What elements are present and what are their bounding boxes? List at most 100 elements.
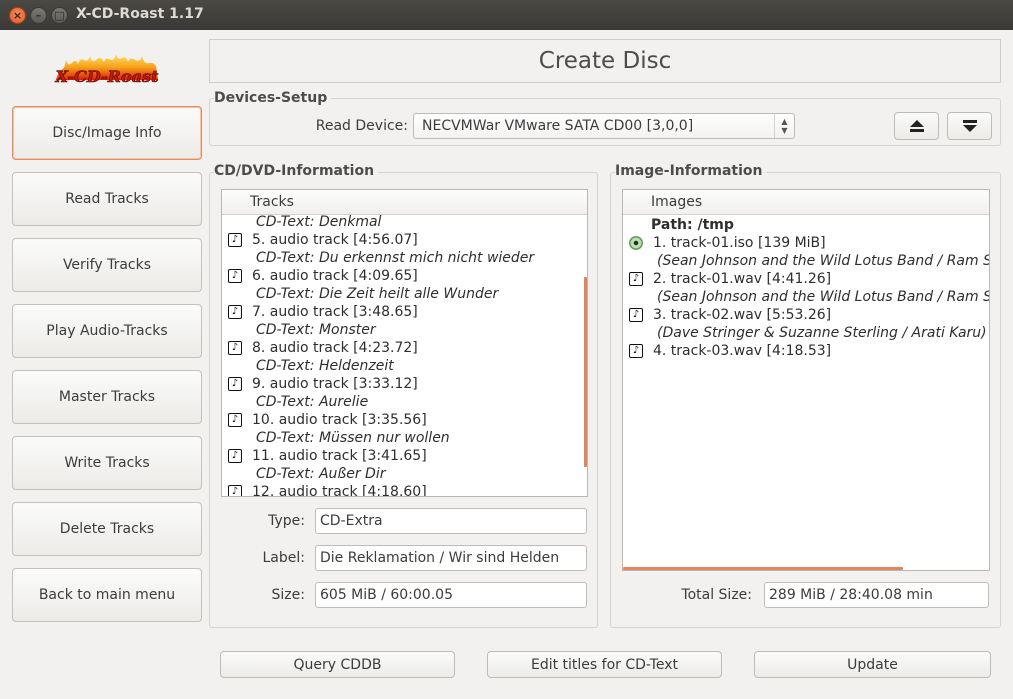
- load-tray-icon: [962, 120, 977, 132]
- cd-text-row[interactable]: CD-Text: Heldenzeit: [222, 357, 587, 375]
- nav-write-tracks-button[interactable]: Write Tracks: [12, 436, 202, 490]
- query-cddb-button[interactable]: Query CDDB: [220, 651, 455, 678]
- type-field[interactable]: CD-Extra: [315, 508, 587, 534]
- row-label: (Sean Johnson and the Wild Lotus Band / …: [657, 289, 990, 305]
- audio-track-icon: ♪: [228, 413, 242, 427]
- read-device-label: Read Device:: [315, 118, 408, 134]
- audio-track-icon: ♪: [228, 377, 242, 391]
- row-label: CD-Text: Müssen nur wollen: [256, 430, 450, 446]
- cd-text-row[interactable]: (Dave Stringer & Suzanne Sterling / Arat…: [623, 324, 989, 342]
- track-row[interactable]: ♪ 10. audio track [3:35.56]: [222, 411, 587, 429]
- svg-text:X-CD-Roast: X-CD-Roast: [55, 67, 159, 86]
- row-label: CD-Text: Denkmal: [256, 214, 382, 230]
- track-row[interactable]: ♪ 7. audio track [3:48.65]: [222, 303, 587, 321]
- load-tray-button[interactable]: [947, 112, 992, 140]
- audio-track-icon: ♪: [228, 233, 242, 247]
- update-button[interactable]: Update: [754, 651, 991, 678]
- eject-icon: [909, 120, 924, 132]
- tracks-scrollbar[interactable]: [584, 277, 587, 467]
- row-label: 9. audio track [3:33.12]: [252, 376, 418, 392]
- audio-track-icon: ♪: [228, 485, 242, 496]
- row-label: CD-Text: Außer Dir: [256, 466, 386, 482]
- images-column-header[interactable]: Images: [623, 190, 989, 215]
- minimize-window-button[interactable]: –: [30, 7, 47, 24]
- close-window-button[interactable]: ×: [9, 7, 26, 24]
- cd-text-row[interactable]: CD-Text: Müssen nur wollen: [222, 429, 587, 447]
- track-row[interactable]: ♪ 4. track-03.wav [4:18.53]: [623, 342, 989, 360]
- size-label: Size:: [271, 587, 305, 603]
- data-disc-icon: [629, 236, 643, 250]
- track-row[interactable]: ♪ 8. audio track [4:23.72]: [222, 339, 587, 357]
- nav-back-to-main-menu-button[interactable]: Back to main menu: [12, 568, 202, 622]
- row-label: 6. audio track [4:09.65]: [252, 268, 418, 284]
- cd-text-row[interactable]: (Sean Johnson and the Wild Lotus Band / …: [623, 252, 989, 270]
- images-list[interactable]: Images Path: /tmp 1. track-01.iso [139 M…: [622, 189, 990, 571]
- audio-track-icon: ♪: [228, 305, 242, 319]
- track-row[interactable]: ♪ 11. audio track [3:41.65]: [222, 447, 587, 465]
- row-label: 10. audio track [3:35.56]: [252, 412, 427, 428]
- audio-track-icon: ♪: [629, 308, 643, 322]
- row-label: 5. audio track [4:56.07]: [252, 232, 418, 248]
- images-path: Path: /tmp: [651, 217, 734, 233]
- row-label: (Dave Stringer & Suzanne Sterling / Arat…: [657, 325, 987, 341]
- track-row[interactable]: ♪ 2. track-01.wav [4:41.26]: [623, 270, 989, 288]
- title-bar: × – □ X-CD-Roast 1.17: [0, 0, 1013, 30]
- type-label: Type:: [268, 513, 305, 529]
- row-label: 1. track-01.iso [139 MiB]: [653, 235, 826, 251]
- images-rows: 1. track-01.iso [139 MiB] (Sean Johnson a…: [623, 234, 989, 360]
- spin-arrows-icon: ▲ ▼: [774, 114, 794, 138]
- nav-delete-tracks-button[interactable]: Delete Tracks: [12, 502, 202, 556]
- row-label: (Sean Johnson and the Wild Lotus Band / …: [657, 253, 990, 269]
- total-size-field[interactable]: 289 MiB / 28:40.08 min: [764, 582, 989, 608]
- nav-play-audio-tracks-button[interactable]: Play Audio-Tracks: [12, 304, 202, 358]
- row-label: 8. audio track [4:23.72]: [252, 340, 418, 356]
- edit-cd-text-titles-button[interactable]: Edit titles for CD-Text: [487, 651, 722, 678]
- track-row[interactable]: ♪ 6. audio track [4:09.65]: [222, 267, 587, 285]
- cd-text-row[interactable]: (Sean Johnson and the Wild Lotus Band / …: [623, 288, 989, 306]
- eject-button[interactable]: [894, 112, 939, 140]
- page-title: Create Disc: [209, 39, 1001, 83]
- xcdroast-logo: X-CD-Roast: [54, 54, 159, 86]
- label-label: Label:: [262, 550, 306, 566]
- cd-text-row[interactable]: CD-Text: Denkmal: [222, 213, 587, 231]
- cd-text-row[interactable]: CD-Text: Aurelie: [222, 393, 587, 411]
- nav-read-tracks-button[interactable]: Read Tracks: [12, 172, 202, 226]
- nav-master-tracks-button[interactable]: Master Tracks: [12, 370, 202, 424]
- images-scrollbar[interactable]: [623, 567, 903, 570]
- audio-track-icon: ♪: [228, 269, 242, 283]
- track-row[interactable]: ♪ 3. track-02.wav [5:53.26]: [623, 306, 989, 324]
- read-device-select[interactable]: NECVMWar VMware SATA CD00 [3,0,0] ▲ ▼: [413, 113, 795, 139]
- tracks-list[interactable]: Tracks CD-Text: Denkmal ♪ 5. audio track […: [221, 189, 588, 497]
- row-label: 3. track-02.wav [5:53.26]: [653, 307, 832, 323]
- total-size-label: Total Size:: [681, 587, 752, 603]
- track-row[interactable]: ♪ 9. audio track [3:33.12]: [222, 375, 587, 393]
- row-label: CD-Text: Monster: [256, 322, 376, 338]
- tracks-column-header[interactable]: Tracks: [222, 190, 587, 215]
- cd-dvd-info-label: CD/DVD-Information: [214, 163, 379, 179]
- read-device-value: NECVMWar VMware SATA CD00 [3,0,0]: [422, 118, 694, 134]
- cd-text-row[interactable]: CD-Text: Du erkennst mich nicht wieder: [222, 249, 587, 267]
- cd-text-row[interactable]: CD-Text: Außer Dir: [222, 465, 587, 483]
- image-info-label: Image-Information: [615, 163, 767, 179]
- row-label: CD-Text: Du erkennst mich nicht wieder: [256, 250, 535, 266]
- track-row[interactable]: ♪ 5. audio track [4:56.07]: [222, 231, 587, 249]
- row-label: 11. audio track [3:41.65]: [252, 448, 427, 464]
- disc-label-field[interactable]: Die Reklamation / Wir sind Helden: [315, 545, 587, 571]
- window-title: X-CD-Roast 1.17: [76, 6, 204, 22]
- row-label: 2. track-01.wav [4:41.26]: [653, 271, 832, 287]
- row-label: 7. audio track [3:48.65]: [252, 304, 418, 320]
- track-row[interactable]: 1. track-01.iso [139 MiB]: [623, 234, 989, 252]
- audio-track-icon: ♪: [629, 272, 643, 286]
- nav-disc-image-info-button[interactable]: Disc/Image Info: [12, 106, 202, 160]
- row-label: CD-Text: Aurelie: [256, 394, 369, 410]
- audio-track-icon: ♪: [629, 344, 643, 358]
- cd-text-row[interactable]: CD-Text: Die Zeit heilt alle Wunder: [222, 285, 587, 303]
- tracks-rows: CD-Text: Denkmal ♪ 5. audio track [4:56.07…: [222, 213, 587, 496]
- nav-verify-tracks-button[interactable]: Verify Tracks: [12, 238, 202, 292]
- row-label: CD-Text: Die Zeit heilt alle Wunder: [256, 286, 499, 302]
- size-field[interactable]: 605 MiB / 60:00.05: [315, 582, 587, 608]
- row-label: CD-Text: Heldenzeit: [256, 358, 394, 374]
- track-row[interactable]: ♪ 12. audio track [4:18.60]: [222, 483, 587, 496]
- maximize-window-button[interactable]: □: [51, 7, 68, 24]
- cd-text-row[interactable]: CD-Text: Monster: [222, 321, 587, 339]
